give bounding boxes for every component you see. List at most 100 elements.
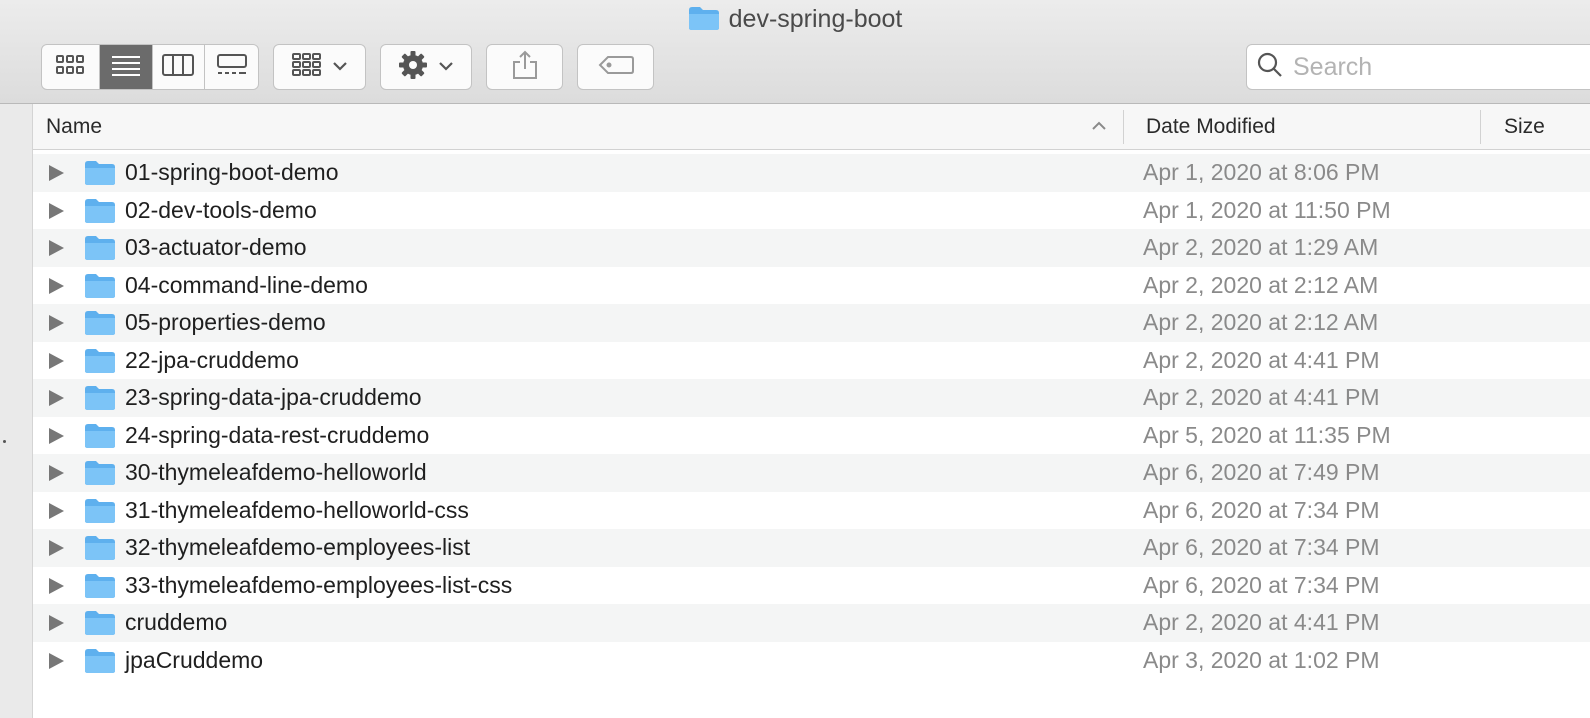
file-date-modified: Apr 2, 2020 at 4:41 PM	[1143, 384, 1380, 410]
column-divider[interactable]	[1123, 110, 1124, 144]
file-row[interactable]: 30-thymeleafdemo-helloworld Apr 6, 2020 a…	[33, 454, 1590, 492]
folder-icon	[84, 160, 116, 191]
file-row[interactable]: jpaCruddemo Apr 3, 2020 at 1:02 PM	[33, 642, 1590, 680]
file-date-modified: Apr 5, 2020 at 11:35 PM	[1143, 421, 1391, 448]
disclosure-triangle-icon[interactable]	[49, 577, 64, 594]
tag-icon	[598, 55, 634, 80]
disclosure-triangle-icon[interactable]	[49, 277, 64, 294]
window-title-text: dev-spring-boot	[728, 5, 903, 33]
file-name: 22-jpa-cruddemo	[125, 346, 299, 373]
gear-icon	[398, 50, 428, 85]
file-date-modified: Apr 2, 2020 at 1:29 AM	[1143, 234, 1379, 260]
search-field[interactable]	[1246, 44, 1590, 90]
gallery-icon	[216, 53, 247, 81]
icon-view-button[interactable]	[42, 45, 100, 89]
disclosure-triangle-icon[interactable]	[49, 240, 64, 256]
folder-icon	[84, 535, 116, 566]
list-icon	[111, 54, 140, 81]
columns-icon	[162, 53, 195, 81]
grid-icon	[56, 54, 85, 80]
column-header-bar: Name Date Modified Size	[33, 104, 1590, 150]
date-modified-column-header[interactable]: Date Modified	[1146, 104, 1276, 149]
folder-icon	[84, 498, 116, 529]
column-divider[interactable]	[1480, 110, 1481, 144]
disclosure-triangle-icon[interactable]	[49, 390, 64, 406]
folder-icon	[84, 648, 116, 679]
file-name: 03-actuator-demo	[125, 234, 307, 260]
sidebar	[0, 104, 33, 718]
folder-icon	[84, 273, 116, 304]
file-list: 01-spring-boot-demo Apr 1, 2020 at 8:06 P…	[33, 154, 1590, 679]
file-date-modified: Apr 1, 2020 at 11:50 PM	[1143, 196, 1391, 223]
file-name: 02-dev-tools-demo	[125, 196, 317, 223]
share-button[interactable]	[486, 44, 563, 90]
folder-icon	[84, 348, 116, 379]
file-row[interactable]: 04-command-line-demo Apr 2, 2020 at 2:12 …	[33, 267, 1590, 305]
window-title: dev-spring-boot	[0, 4, 1590, 38]
folder-icon	[84, 198, 116, 229]
group-by-button[interactable]	[273, 44, 366, 90]
file-name: 33-thymeleafdemo-employees-list-css	[125, 571, 513, 598]
disclosure-triangle-icon[interactable]	[49, 202, 64, 219]
folder-icon	[84, 235, 116, 266]
file-row[interactable]: 01-spring-boot-demo Apr 1, 2020 at 8:06 P…	[33, 154, 1590, 192]
chevron-down-icon	[332, 58, 348, 76]
folder-icon	[84, 310, 116, 341]
disclosure-triangle-icon[interactable]	[49, 165, 64, 181]
file-date-modified: Apr 3, 2020 at 1:02 PM	[1143, 646, 1380, 673]
file-row[interactable]: 23-spring-data-jpa-cruddemo Apr 2, 2020 a…	[33, 379, 1590, 417]
file-name: jpaCruddemo	[125, 646, 264, 673]
file-name: 31-thymeleafdemo-helloworld-css	[125, 496, 469, 523]
disclosure-triangle-icon[interactable]	[49, 502, 64, 519]
disclosure-triangle-icon[interactable]	[49, 352, 64, 369]
chevron-down-icon	[438, 58, 454, 76]
gallery-view-button[interactable]	[205, 45, 258, 89]
disclosure-triangle-icon[interactable]	[49, 427, 64, 444]
group-icon	[291, 52, 322, 82]
file-name: 23-spring-data-jpa-cruddemo	[125, 384, 422, 410]
list-empty-area	[33, 679, 1590, 718]
file-name: 24-spring-data-rest-cruddemo	[125, 421, 430, 448]
file-name: 01-spring-boot-demo	[125, 159, 339, 185]
edit-tags-button[interactable]	[577, 44, 654, 90]
finder-toolbar: dev-spring-boot	[0, 0, 1590, 104]
disclosure-triangle-icon[interactable]	[49, 652, 64, 669]
file-name: 05-properties-demo	[125, 309, 326, 335]
file-row[interactable]: 05-properties-demo Apr 2, 2020 at 2:12 AM	[33, 304, 1590, 342]
size-column-label: Size	[1504, 114, 1545, 138]
file-date-modified: Apr 6, 2020 at 7:34 PM	[1143, 534, 1380, 560]
file-row[interactable]: 22-jpa-cruddemo Apr 2, 2020 at 4:41 PM	[33, 342, 1590, 380]
file-date-modified: Apr 6, 2020 at 7:34 PM	[1143, 496, 1380, 523]
file-name: 32-thymeleafdemo-employees-list	[125, 534, 471, 560]
folder-icon	[84, 423, 116, 454]
file-name: 04-command-line-demo	[125, 271, 368, 298]
share-icon	[512, 50, 538, 85]
folder-icon	[84, 573, 116, 604]
search-input[interactable]	[1291, 51, 1590, 83]
file-date-modified: Apr 6, 2020 at 7:49 PM	[1143, 459, 1380, 485]
file-date-modified: Apr 6, 2020 at 7:34 PM	[1143, 571, 1380, 598]
name-column-header[interactable]: Name	[46, 104, 1121, 149]
file-name: cruddemo	[125, 609, 228, 635]
size-column-header[interactable]: Size	[1504, 104, 1545, 149]
disclosure-triangle-icon[interactable]	[49, 540, 64, 556]
file-row[interactable]: 02-dev-tools-demo Apr 1, 2020 at 11:50 PM	[33, 192, 1590, 230]
disclosure-triangle-icon[interactable]	[49, 465, 64, 481]
file-date-modified: Apr 2, 2020 at 4:41 PM	[1143, 346, 1380, 373]
file-row[interactable]: 33-thymeleafdemo-employees-list-css Apr 6…	[33, 567, 1590, 605]
sidebar-marker	[3, 440, 6, 443]
file-date-modified: Apr 2, 2020 at 2:12 AM	[1143, 271, 1379, 298]
column-view-button[interactable]	[153, 45, 205, 89]
file-row[interactable]: 32-thymeleafdemo-employees-list Apr 6, 20…	[33, 529, 1590, 567]
file-row[interactable]: 24-spring-data-rest-cruddemo Apr 5, 2020 …	[33, 417, 1590, 455]
list-view-button[interactable]	[99, 45, 153, 89]
disclosure-triangle-icon[interactable]	[49, 315, 64, 331]
file-row[interactable]: 31-thymeleafdemo-helloworld-css Apr 6, 20…	[33, 492, 1590, 530]
action-button[interactable]	[380, 44, 472, 90]
file-date-modified: Apr 1, 2020 at 8:06 PM	[1143, 159, 1380, 185]
name-column-label: Name	[46, 114, 103, 138]
file-row[interactable]: cruddemo Apr 2, 2020 at 4:41 PM	[33, 604, 1590, 642]
file-row[interactable]: 03-actuator-demo Apr 2, 2020 at 1:29 AM	[33, 229, 1590, 267]
disclosure-triangle-icon[interactable]	[49, 615, 64, 631]
file-date-modified: Apr 2, 2020 at 2:12 AM	[1143, 309, 1379, 335]
